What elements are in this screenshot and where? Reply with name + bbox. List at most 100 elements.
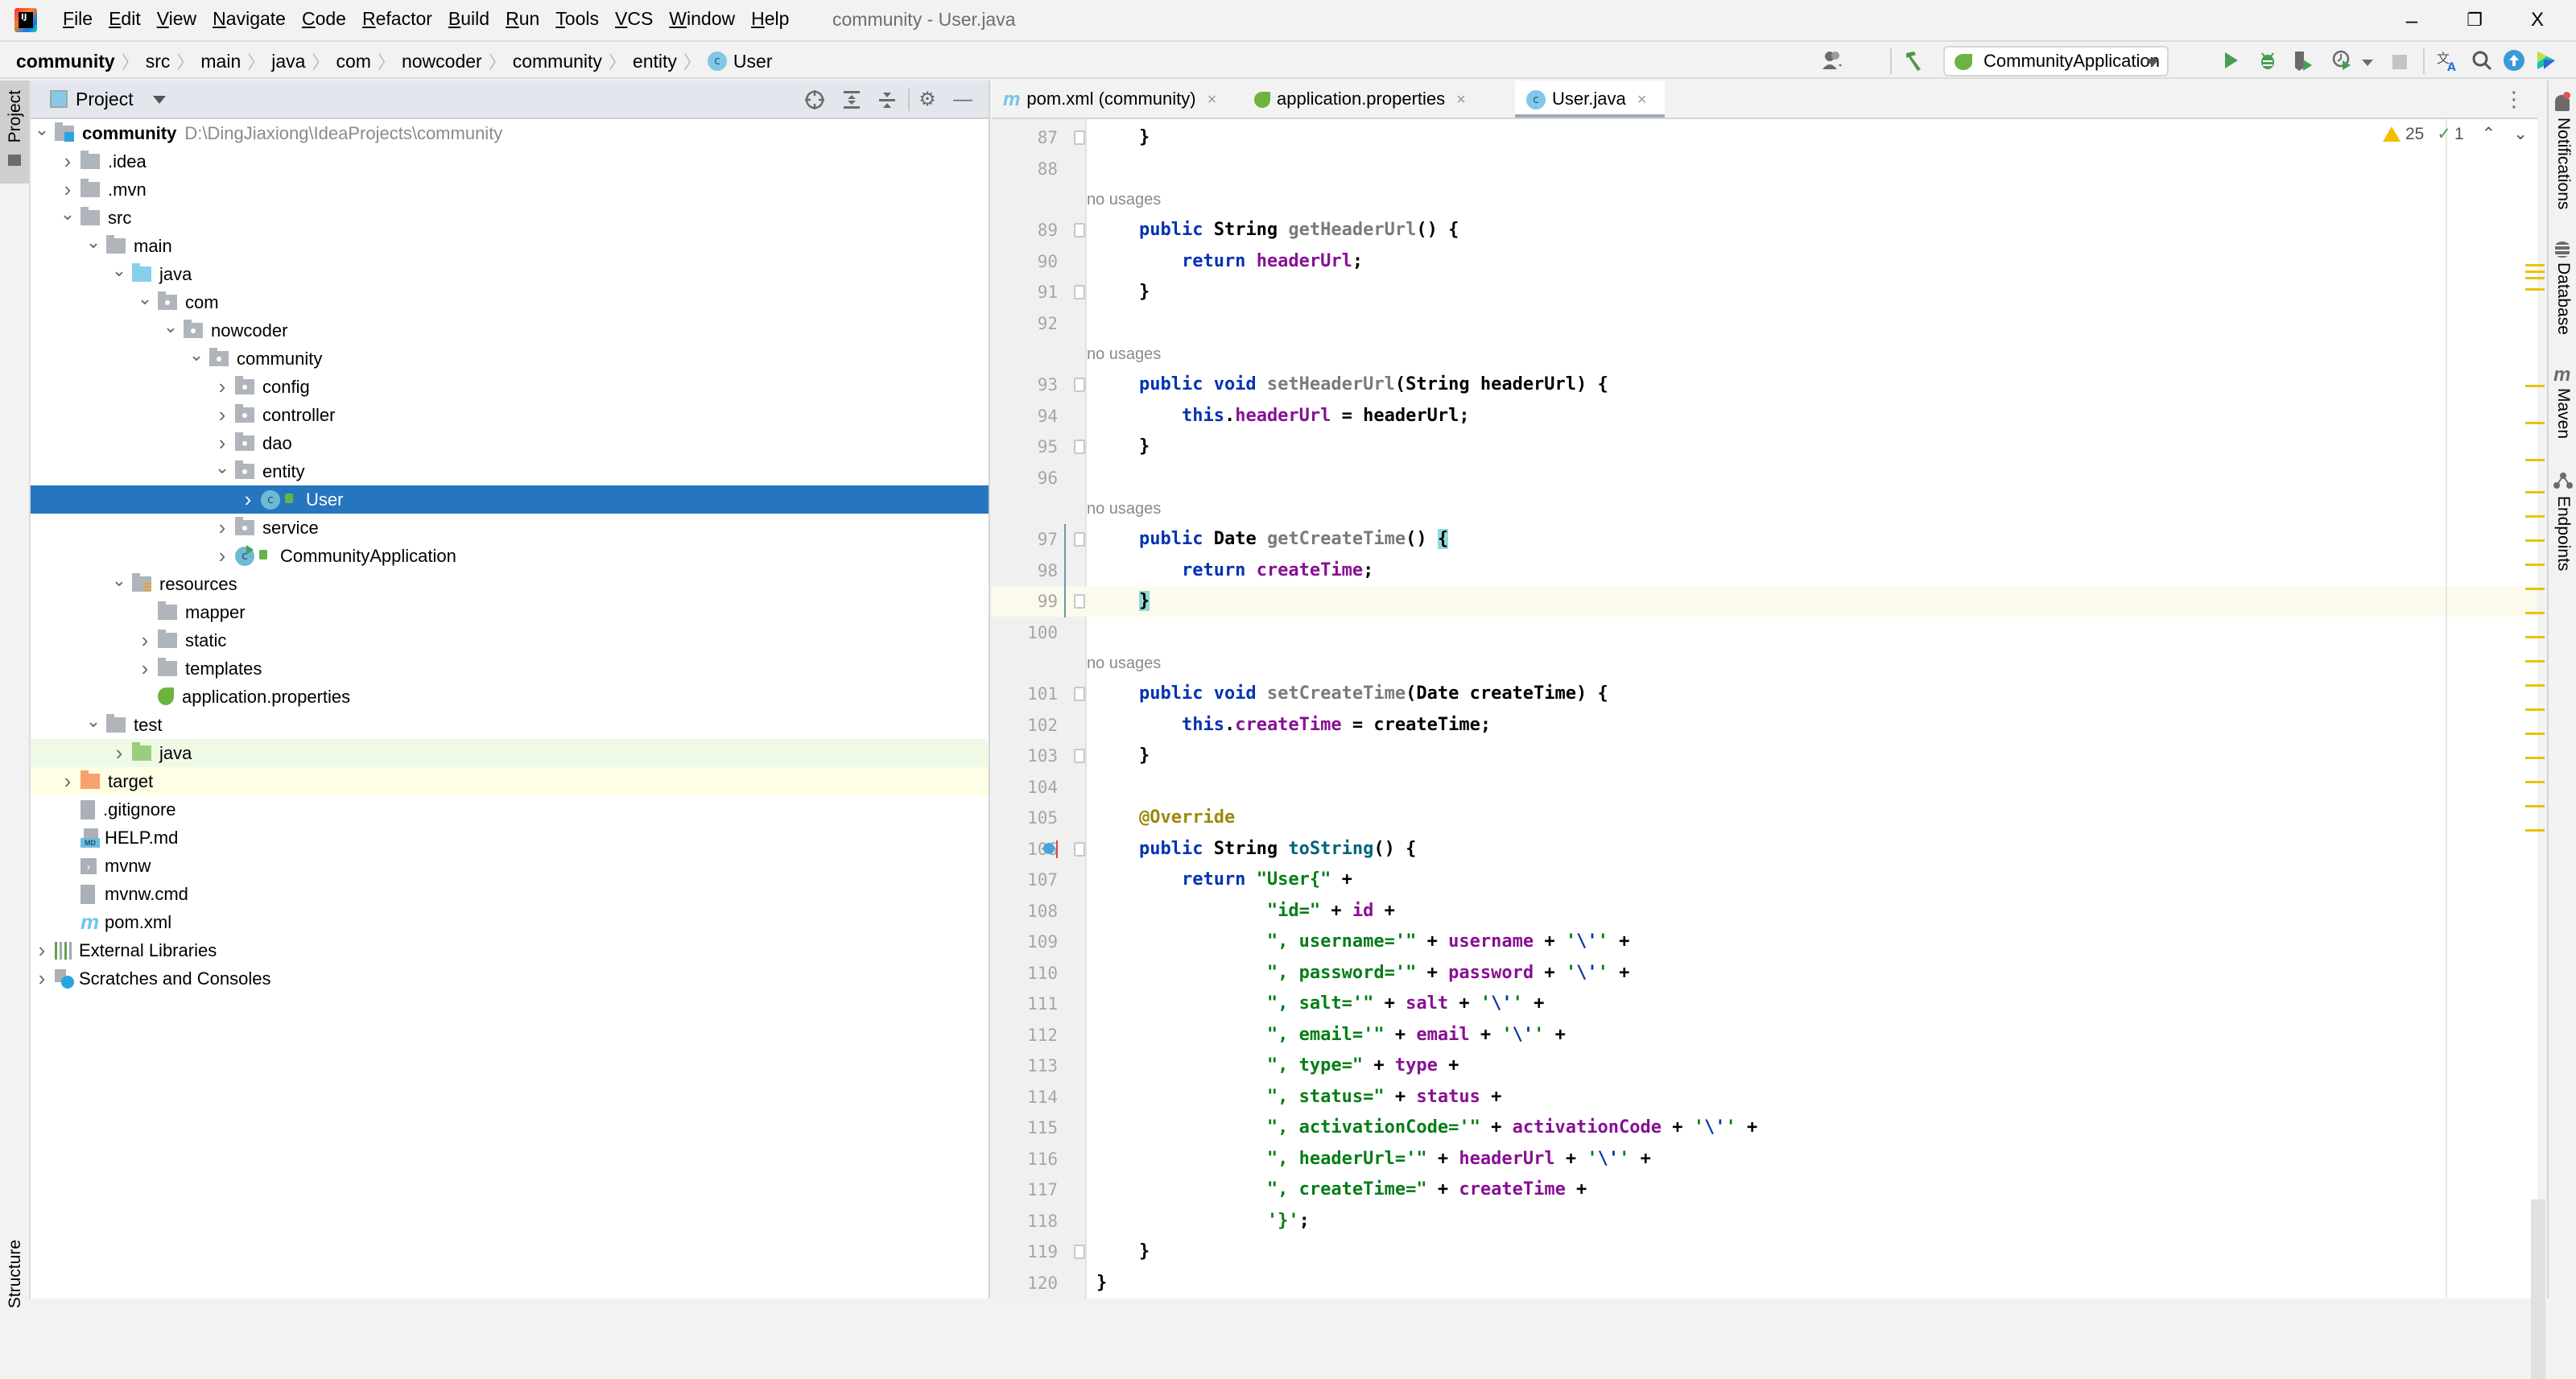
code-line[interactable] — [1087, 463, 2537, 493]
run-icon[interactable] — [2219, 48, 2243, 72]
profile-dropdown-arrow-icon[interactable] — [2362, 60, 2373, 66]
code-line[interactable]: ", type=" + type + — [1087, 1051, 2537, 1081]
fold-collapse-icon[interactable] — [1074, 532, 1085, 547]
database-tool-button[interactable]: Database — [2553, 262, 2573, 335]
warning-stripe-mark[interactable] — [2525, 491, 2545, 493]
project-tool-button[interactable]: Project — [0, 81, 29, 184]
chevron-down-icon[interactable]: ⌄ — [111, 570, 127, 598]
warning-stripe-mark[interactable] — [2525, 277, 2545, 279]
code-line[interactable]: return headerUrl; — [1087, 246, 2537, 277]
tree-item-templates[interactable]: › templates — [31, 654, 989, 683]
breadcrumb-item[interactable]: entity — [633, 51, 677, 72]
tree-item-mvnw[interactable]: › mvnw — [31, 852, 989, 880]
tab-user-java[interactable]: c User.java × — [1515, 81, 1665, 118]
code-line[interactable]: } — [1087, 277, 2537, 308]
code-line[interactable]: } — [1087, 586, 2537, 617]
build-hammer-icon[interactable] — [1901, 48, 1926, 72]
menu-code[interactable]: Code — [302, 8, 346, 30]
code-line[interactable]: } — [1087, 1237, 2537, 1267]
close-window-button[interactable]: X — [2513, 5, 2562, 35]
code-line[interactable]: public void setHeaderUrl(String headerUr… — [1087, 370, 2537, 400]
maven-tool-button[interactable]: Maven — [2553, 388, 2573, 439]
tree-item-java[interactable]: ⌄ java — [31, 260, 989, 288]
code-vision-hint[interactable]: no usages — [1087, 495, 1161, 522]
fold-collapse-icon[interactable] — [1074, 223, 1085, 237]
next-highlight-icon[interactable]: ⌄ — [2513, 124, 2528, 144]
project-panel-title[interactable]: Project — [76, 89, 134, 110]
chevron-down-icon[interactable]: ⌄ — [85, 711, 101, 739]
endpoints-tool-button[interactable]: Endpoints — [2553, 496, 2573, 571]
code-line[interactable]: ", activationCode='" + activationCode + … — [1087, 1113, 2537, 1143]
chevron-right-icon[interactable]: › — [34, 936, 50, 964]
breadcrumb-item[interactable]: java — [271, 51, 305, 72]
code-line[interactable]: } — [1087, 122, 2537, 153]
code-with-me-icon[interactable] — [2536, 48, 2557, 72]
chevron-right-icon[interactable]: › — [214, 429, 230, 457]
chevron-right-icon[interactable]: › — [60, 175, 76, 204]
vertical-scrollbar[interactable] — [2531, 1199, 2545, 1379]
menu-view[interactable]: View — [157, 8, 196, 30]
breadcrumb-item[interactable]: com — [336, 51, 370, 72]
code-line[interactable]: ", email='" + email + '\'' + — [1087, 1020, 2537, 1051]
tree-item-help-md[interactable]: MD HELP.md — [31, 824, 989, 852]
warning-stripe-mark[interactable] — [2525, 708, 2545, 711]
tree-item-main[interactable]: ⌄ main — [31, 232, 989, 260]
code-line[interactable]: public String getHeaderUrl() { — [1087, 215, 2537, 246]
tab-pom-xml[interactable]: m pom.xml (community) × — [992, 81, 1241, 118]
chevron-down-icon[interactable]: ⌄ — [137, 288, 153, 316]
chevron-right-icon[interactable]: › — [214, 401, 230, 429]
warning-stripe-mark[interactable] — [2525, 270, 2545, 273]
code-line[interactable]: return "User{" + — [1087, 865, 2537, 895]
tree-item-service[interactable]: › service — [31, 514, 989, 542]
code-line[interactable]: ", password='" + password + '\'' + — [1087, 958, 2537, 989]
warning-stripe-mark[interactable] — [2525, 288, 2545, 291]
more-tabs-icon[interactable]: ⋮ — [2504, 87, 2524, 112]
fold-collapse-icon[interactable] — [1074, 841, 1085, 857]
warning-stripe-mark[interactable] — [2525, 805, 2545, 807]
warning-stripe-mark[interactable] — [2525, 733, 2545, 735]
menu-run[interactable]: Run — [506, 8, 539, 30]
tree-item-test[interactable]: ⌄ test — [31, 711, 989, 739]
chevron-right-icon[interactable]: › — [60, 147, 76, 175]
user-icon[interactable] — [1821, 48, 1845, 72]
tab-application-properties[interactable]: application.properties × — [1243, 81, 1513, 118]
fold-end-icon[interactable] — [1074, 285, 1085, 299]
breadcrumb-item[interactable]: User — [733, 51, 773, 72]
code-line[interactable]: public void setCreateTime(Date createTim… — [1087, 679, 2537, 709]
code-line[interactable]: '}'; — [1087, 1206, 2537, 1237]
warning-stripe-mark[interactable] — [2525, 264, 2545, 266]
debug-icon[interactable] — [2256, 48, 2280, 72]
warning-stripe-mark[interactable] — [2525, 612, 2545, 614]
warning-stripe-mark[interactable] — [2525, 564, 2545, 566]
tree-item-community[interactable]: ⌄ community — [31, 345, 989, 373]
code-line[interactable]: } — [1087, 1268, 2537, 1298]
fold-end-icon[interactable] — [1074, 1245, 1085, 1259]
run-configuration-dropdown[interactable]: CommunityApplication — [1943, 46, 2169, 76]
warning-stripe-mark[interactable] — [2525, 684, 2545, 687]
tree-item-java[interactable]: › java — [31, 739, 989, 767]
menu-tools[interactable]: Tools — [555, 8, 599, 30]
code-line[interactable]: ", status=" + status + — [1087, 1082, 2537, 1113]
code-area[interactable]: } no usages public String getHeaderUrl() … — [1087, 119, 2537, 1298]
tree-item-application-properties[interactable]: application.properties — [31, 683, 989, 711]
tree-item-config[interactable]: › config — [31, 373, 989, 401]
warning-stripe-mark[interactable] — [2525, 422, 2545, 424]
code-line[interactable] — [1087, 308, 2537, 339]
menu-refactor[interactable]: Refactor — [362, 8, 432, 30]
tree-item-src[interactable]: ⌄ src — [31, 204, 989, 232]
inspection-widget[interactable]: 25 ✓ 1 ⌃ ⌄ — [2383, 124, 2528, 144]
tree-item-community[interactable]: ⌄ community D:\DingJiaxiong\IdeaProjects\c… — [31, 119, 989, 147]
tree-item-dao[interactable]: › dao — [31, 429, 989, 457]
tree-item-static[interactable]: › static — [31, 626, 989, 654]
menu-help[interactable]: Help — [751, 8, 789, 30]
tree-item-com[interactable]: ⌄ com — [31, 288, 989, 316]
warning-stripe-mark[interactable] — [2525, 781, 2545, 783]
chevron-right-icon[interactable]: › — [214, 542, 230, 570]
stop-icon[interactable] — [2392, 55, 2407, 69]
warning-stripe-mark[interactable] — [2525, 757, 2545, 759]
warning-stripe-mark[interactable] — [2525, 459, 2545, 461]
chevron-down-icon[interactable]: ⌄ — [188, 345, 204, 373]
breadcrumb-item[interactable]: community — [513, 51, 602, 72]
tree-item-mapper[interactable]: mapper — [31, 598, 989, 626]
chevron-down-icon[interactable]: ⌄ — [163, 316, 179, 345]
